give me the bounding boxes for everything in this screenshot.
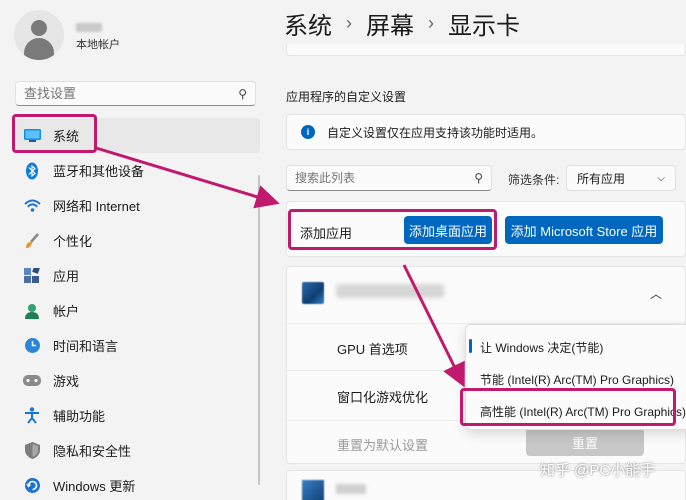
watermark: 知乎 @PC小能手 [540,462,656,479]
arrow-to-add-app [95,146,280,209]
annotation-arrows [95,146,465,388]
arrow-to-high-performance [402,264,465,388]
